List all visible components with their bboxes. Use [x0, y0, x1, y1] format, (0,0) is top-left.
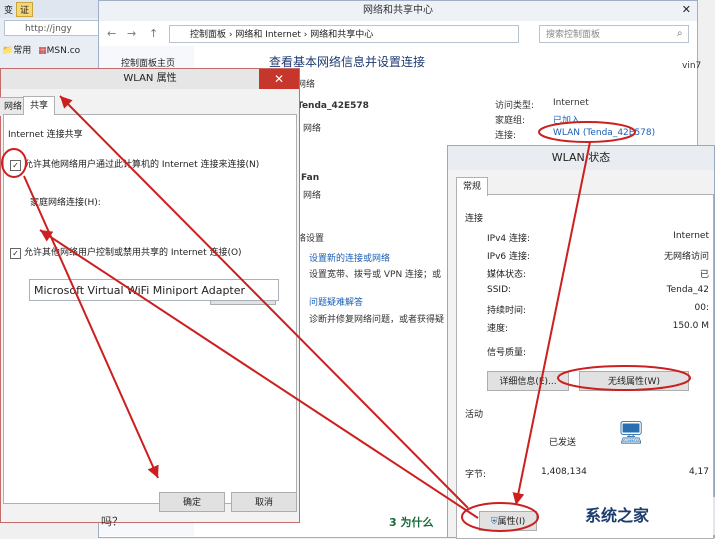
- breadcrumb[interactable]: 控制面板 › 网络和 Internet › 网络和共享中心: [169, 25, 519, 43]
- ssid-label: SSID:: [487, 285, 512, 295]
- close-icon[interactable]: ✕: [682, 3, 691, 16]
- bottom-question[interactable]: 3 为什么: [389, 514, 433, 530]
- second-network-name: Fan: [301, 173, 320, 183]
- back-icon[interactable]: ←: [107, 27, 116, 40]
- search-input[interactable]: 搜索控制面板: [539, 25, 689, 43]
- network-computer-icon: 🖥: [617, 421, 645, 446]
- media-state-label: 媒体状态:: [487, 270, 527, 280]
- status-panel: 连接 IPv4 连接: Internet IPv6 连接: 无网络访问 媒体状态…: [456, 194, 714, 539]
- change-settings-label: 络设置: [297, 234, 325, 244]
- watermark-logo: 系统之家: [545, 497, 715, 535]
- network-type: 网络: [303, 124, 322, 134]
- browser-left-text: 变: [4, 6, 14, 16]
- bookmark-folder-icon: 📁: [2, 46, 14, 56]
- sent-label: 已发送: [549, 438, 577, 448]
- connection-section-label: 连接: [465, 214, 484, 224]
- troubleshoot-link[interactable]: 问题疑难解答: [309, 295, 363, 308]
- ipv6-label: IPv6 连接:: [487, 252, 531, 262]
- homegroup-link[interactable]: 已加入: [553, 113, 580, 126]
- status-rows: IPv4 连接: Internet IPv6 连接: 无网络访问 媒体状态: 已…: [457, 231, 713, 334]
- speed-label: 速度:: [487, 324, 509, 334]
- bytes-label: 字节:: [465, 470, 487, 480]
- search-icon[interactable]: ⌕: [677, 28, 683, 39]
- tab-sharing[interactable]: 共享: [23, 96, 56, 115]
- activity-section-label: 活动: [465, 410, 484, 420]
- cancel-button[interactable]: 取消: [231, 492, 297, 512]
- up-icon[interactable]: ↑: [149, 27, 158, 40]
- setup-connection-link[interactable]: 设置新的连接或网络: [309, 251, 390, 264]
- allow-control-row[interactable]: ✓ 允许其他网络用户控制或禁用共享的 Internet 连接(O): [10, 245, 242, 259]
- access-type-value: Internet: [553, 98, 589, 108]
- allow-share-label: 允许其他网络用户通过此计算机的 Internet 连接来连接(N): [24, 160, 260, 170]
- wlan-status-dialog: ▂▃▄ WLAN 状态 常规 连接 IPv4 连接: Internet IPv6…: [447, 145, 715, 539]
- connection-link[interactable]: WLAN (Tenda_42E578): [553, 128, 655, 138]
- allow-control-label: 允许其他网络用户控制或禁用共享的 Internet 连接(O): [24, 248, 242, 258]
- forward-icon[interactable]: →: [127, 27, 136, 40]
- side-text: vin7: [682, 61, 702, 71]
- home-conn-label: 家庭网络连接(H):: [30, 198, 101, 208]
- ok-button[interactable]: 确定: [159, 492, 225, 512]
- allow-share-row[interactable]: ✓ 允许其他网络用户通过此计算机的 Internet 连接来连接(N): [10, 157, 259, 171]
- connection-label: 连接:: [495, 131, 517, 141]
- ipv6-value: 无网络访问: [663, 252, 709, 262]
- home-connection-select[interactable]: Microsoft Virtual WiFi Miniport Adapter: [29, 279, 279, 301]
- bottom-text: 吗？: [101, 515, 123, 528]
- second-network-type: 网络: [303, 191, 322, 201]
- properties-button[interactable]: ⛨属性(I): [479, 511, 537, 531]
- msn-icon: ▦: [38, 46, 47, 56]
- media-state-value: 已: [699, 270, 709, 280]
- shield-icon: ⛨: [490, 517, 498, 527]
- window-title: 网络和共享中心: [99, 1, 697, 21]
- bookmark-msn[interactable]: MSN.co: [47, 46, 81, 56]
- bookmark-changyong[interactable]: 常用: [13, 46, 31, 56]
- signal-quality-label: 信号质量:: [487, 348, 527, 358]
- allow-share-checkbox[interactable]: ✓: [10, 160, 21, 171]
- sharing-panel: Internet 连接共享 ✓ 允许其他网络用户通过此计算机的 Internet …: [3, 114, 297, 504]
- speed-value: 150.0 M: [672, 321, 709, 331]
- bytes-sent: 1,408,134: [541, 467, 587, 477]
- wireless-properties-button[interactable]: 无线属性(W): [579, 371, 689, 391]
- allow-control-checkbox[interactable]: ✓: [10, 248, 21, 259]
- dialog-title: WLAN 状态: [448, 146, 714, 170]
- homegroup-label: 家庭组:: [495, 116, 526, 126]
- close-button[interactable]: ✕: [259, 69, 299, 89]
- ssid-value: Tenda_42: [666, 285, 709, 295]
- dialog-title: WLAN 属性: [1, 69, 299, 89]
- ipv4-value: Internet: [673, 231, 709, 241]
- details-button[interactable]: 详细信息(E)...: [487, 371, 569, 391]
- duration-label: 持续时间:: [487, 306, 527, 316]
- ics-group-label: Internet 连接共享: [8, 130, 83, 140]
- tab-general[interactable]: 常规: [456, 177, 489, 196]
- bytes-received: 4,17: [688, 467, 709, 477]
- properties-label: 属性(I): [497, 517, 526, 527]
- access-type-label: 访问类型:: [495, 101, 535, 111]
- setup-description: 设置宽带、拨号或 VPN 连接；或: [309, 270, 442, 280]
- wlan-properties-dialog: WLAN 属性 ✕ 网络 共享 Internet 连接共享 ✓ 允许其他网络用户通…: [0, 68, 300, 528]
- cert-badge[interactable]: 证: [16, 2, 34, 17]
- duration-value: 00:: [694, 303, 709, 313]
- ipv4-label: IPv4 连接:: [487, 234, 531, 244]
- troubleshoot-description: 诊断并修复网络问题，或者获得疑: [309, 315, 445, 325]
- network-name: Tenda_42E578: [297, 101, 369, 111]
